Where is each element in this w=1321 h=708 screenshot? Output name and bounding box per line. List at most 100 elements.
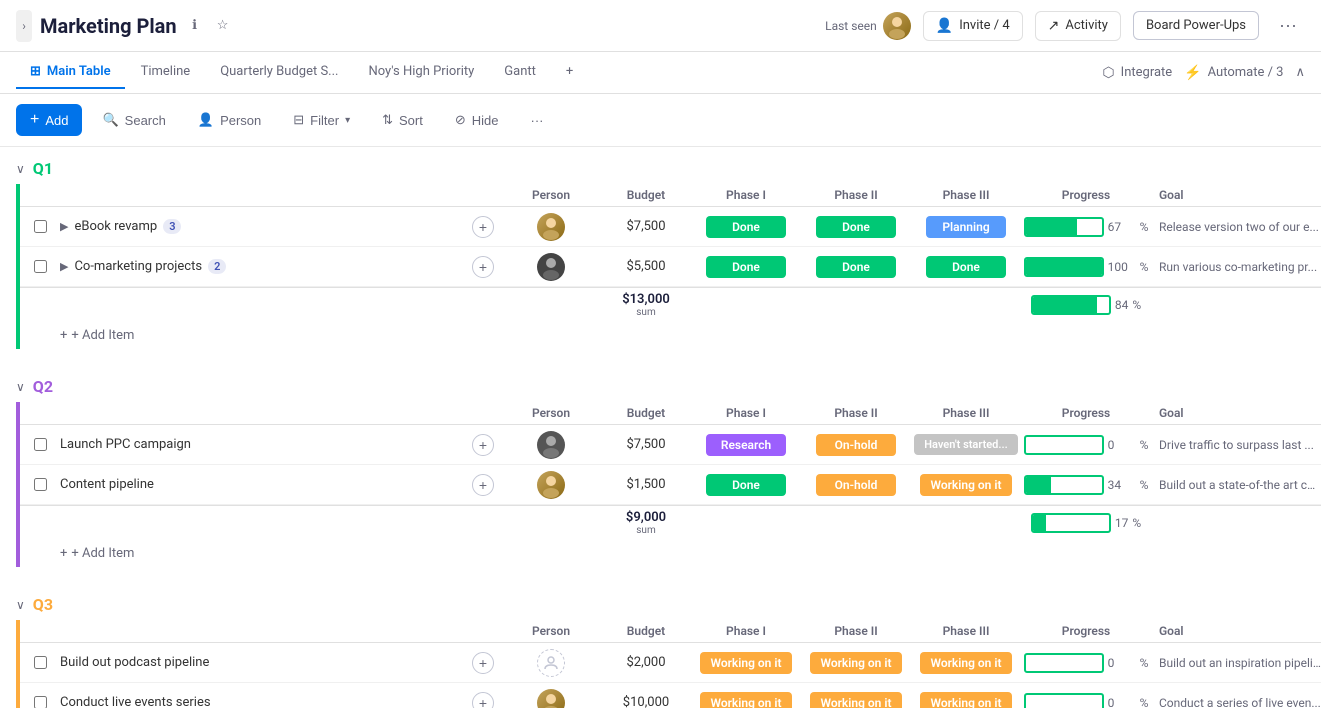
tab-noy-high-priority[interactable]: Noy's High Priority bbox=[354, 56, 488, 89]
progress-ebook: 67% bbox=[1021, 217, 1151, 237]
checkbox-live-events[interactable] bbox=[34, 696, 47, 708]
hide-button[interactable]: ⊘ Hide bbox=[443, 106, 511, 134]
phase2-live-events: Working on it bbox=[810, 692, 901, 708]
header-left: › Marketing Plan ℹ ☆ bbox=[16, 10, 825, 42]
row-name-comarketing: ▶ Co-marketing projects 2 bbox=[60, 259, 465, 274]
content-label: Content pipeline bbox=[60, 477, 154, 492]
avatar-ppc bbox=[537, 431, 565, 459]
phase1-content: Done bbox=[706, 474, 786, 496]
goal-podcast: Build out an inspiration pipeli... bbox=[1151, 656, 1321, 670]
group-q1-header: ∨ Q1 bbox=[0, 147, 1321, 184]
add-subitem-content[interactable]: + bbox=[472, 474, 494, 496]
invite-button[interactable]: 👤 Invite / 4 bbox=[923, 11, 1023, 41]
integrate-button[interactable]: ⬡ Integrate bbox=[1102, 65, 1172, 81]
sort-button[interactable]: ⇅ Sort bbox=[370, 106, 435, 134]
group-q3-body: Person Budget Phase I Phase II Phase III… bbox=[16, 620, 1321, 708]
tab-add[interactable]: + bbox=[552, 56, 587, 89]
budget-podcast: $2,000 bbox=[601, 655, 691, 670]
col-phase3-q1: Phase III bbox=[911, 188, 1021, 202]
expand-ebook[interactable]: ▶ bbox=[60, 220, 68, 233]
search-button[interactable]: 🔍 Search bbox=[90, 106, 177, 134]
sidebar-toggle[interactable]: › bbox=[16, 10, 32, 42]
checkbox-podcast[interactable] bbox=[34, 656, 47, 669]
group-q2-collapse[interactable]: ∨ bbox=[16, 380, 25, 394]
progress-fill-comarketing bbox=[1026, 259, 1102, 275]
avatar bbox=[883, 12, 911, 40]
goal-ppc: Drive traffic to surpass last ... bbox=[1151, 438, 1321, 452]
plus-icon-q1: + bbox=[60, 328, 67, 343]
group-q3: ∨ Q3 Person Budget Phase I Phase II Phas… bbox=[0, 583, 1321, 708]
add-subitem-ebook[interactable]: + bbox=[472, 216, 494, 238]
filter-chevron-icon: ▾ bbox=[345, 115, 350, 126]
filter-button[interactable]: ⊟ Filter ▾ bbox=[281, 106, 362, 134]
sum-row-q2: $9,000 sum 17% bbox=[20, 505, 1321, 540]
ebook-count: 3 bbox=[163, 219, 181, 234]
automate-button[interactable]: ⚡ Automate / 3 bbox=[1184, 65, 1283, 81]
header-right: Last seen 👤 Invite / 4 ↗ Activity Board … bbox=[825, 11, 1305, 41]
row-name-ebook: ▶ eBook revamp 3 bbox=[60, 219, 465, 234]
phase1-ebook: Done bbox=[706, 216, 786, 238]
ebook-label: eBook revamp bbox=[74, 219, 157, 234]
table-icon: ⊞ bbox=[30, 64, 41, 79]
person-icon: 👤 bbox=[198, 112, 214, 128]
budget-comarketing: $5,500 bbox=[601, 259, 691, 274]
person-button[interactable]: 👤 Person bbox=[186, 106, 273, 134]
board-powerups-button[interactable]: Board Power-Ups bbox=[1133, 11, 1259, 40]
row-checkbox-2[interactable] bbox=[20, 260, 60, 273]
row-checkbox[interactable] bbox=[20, 220, 60, 233]
phase3-content: Working on it bbox=[920, 474, 1011, 496]
col-phase2-q3: Phase II bbox=[801, 624, 911, 638]
more-options-button[interactable]: ··· bbox=[1271, 11, 1305, 40]
expand-comarketing[interactable]: ▶ bbox=[60, 260, 68, 273]
group-q2-title[interactable]: Q2 bbox=[33, 377, 53, 396]
add-button[interactable]: + Add bbox=[16, 104, 82, 136]
info-icon[interactable]: ℹ bbox=[185, 16, 205, 36]
progress-bar-podcast bbox=[1024, 653, 1104, 673]
col-budget-q2: Budget bbox=[601, 406, 691, 420]
tabs-left: ⊞ Main Table Timeline Quarterly Budget S… bbox=[16, 56, 1102, 89]
tabs-collapse-button[interactable]: ∧ bbox=[1295, 65, 1305, 80]
add-item-q1[interactable]: + + Add Item bbox=[20, 322, 1321, 349]
tab-timeline[interactable]: Timeline bbox=[127, 56, 205, 89]
phase1-live-events: Working on it bbox=[700, 692, 791, 708]
add-item-q2[interactable]: + + Add Item bbox=[20, 540, 1321, 567]
goal-comarketing: Run various co-marketing pr... bbox=[1151, 260, 1321, 274]
table-row: Launch PPC campaign + $7,500 Research bbox=[20, 425, 1321, 465]
checkbox-comarketing[interactable] bbox=[34, 260, 47, 273]
group-q3-title[interactable]: Q3 bbox=[33, 595, 53, 614]
col-person-q2: Person bbox=[501, 406, 601, 420]
star-icon[interactable]: ☆ bbox=[213, 16, 233, 36]
goal-ebook: Release version two of our e... bbox=[1151, 220, 1321, 234]
tab-main-table[interactable]: ⊞ Main Table bbox=[16, 56, 125, 89]
group-q3-header: ∨ Q3 bbox=[0, 583, 1321, 620]
checkbox-ppc[interactable] bbox=[34, 438, 47, 451]
group-q3-collapse[interactable]: ∨ bbox=[16, 598, 25, 612]
progress-bar-ppc bbox=[1024, 435, 1104, 455]
toolbar: + Add 🔍 Search 👤 Person ⊟ Filter ▾ ⇅ Sor… bbox=[0, 94, 1321, 147]
sum-progress-bar-q2 bbox=[1031, 513, 1111, 533]
progress-bar-live-events bbox=[1024, 693, 1104, 708]
tab-gantt[interactable]: Gantt bbox=[490, 56, 550, 89]
group-q1-collapse[interactable]: ∨ bbox=[16, 162, 25, 176]
add-subitem-comarketing[interactable]: + bbox=[472, 256, 494, 278]
avatar-content bbox=[537, 471, 565, 499]
checkbox-ebook[interactable] bbox=[34, 220, 47, 233]
person-ebook bbox=[501, 213, 601, 241]
sum-row-q1: $13,000 sum 84% bbox=[20, 287, 1321, 322]
add-subitem-ppc[interactable]: + bbox=[472, 434, 494, 456]
phase3-ebook: Planning bbox=[926, 216, 1006, 238]
activity-button[interactable]: ↗ Activity bbox=[1035, 11, 1121, 41]
col-phase1-q1: Phase I bbox=[691, 188, 801, 202]
group-q1-body: Person Budget Phase I Phase II Phase III… bbox=[16, 184, 1321, 349]
progress-pct-podcast: 0 bbox=[1108, 656, 1136, 670]
group-q1-title[interactable]: Q1 bbox=[33, 159, 53, 178]
add-subitem-live-events[interactable]: + bbox=[472, 692, 494, 708]
tab-quarterly-budget[interactable]: Quarterly Budget S... bbox=[206, 56, 352, 89]
more-toolbar-button[interactable]: ··· bbox=[519, 107, 556, 134]
row-name-ppc: Launch PPC campaign bbox=[60, 437, 465, 452]
header: › Marketing Plan ℹ ☆ Last seen 👤 Invite … bbox=[0, 0, 1321, 52]
checkbox-content[interactable] bbox=[34, 478, 47, 491]
col-progress-q1: Progress bbox=[1021, 188, 1151, 202]
add-subitem-podcast[interactable]: + bbox=[472, 652, 494, 674]
phase2-ebook: Done bbox=[816, 216, 896, 238]
